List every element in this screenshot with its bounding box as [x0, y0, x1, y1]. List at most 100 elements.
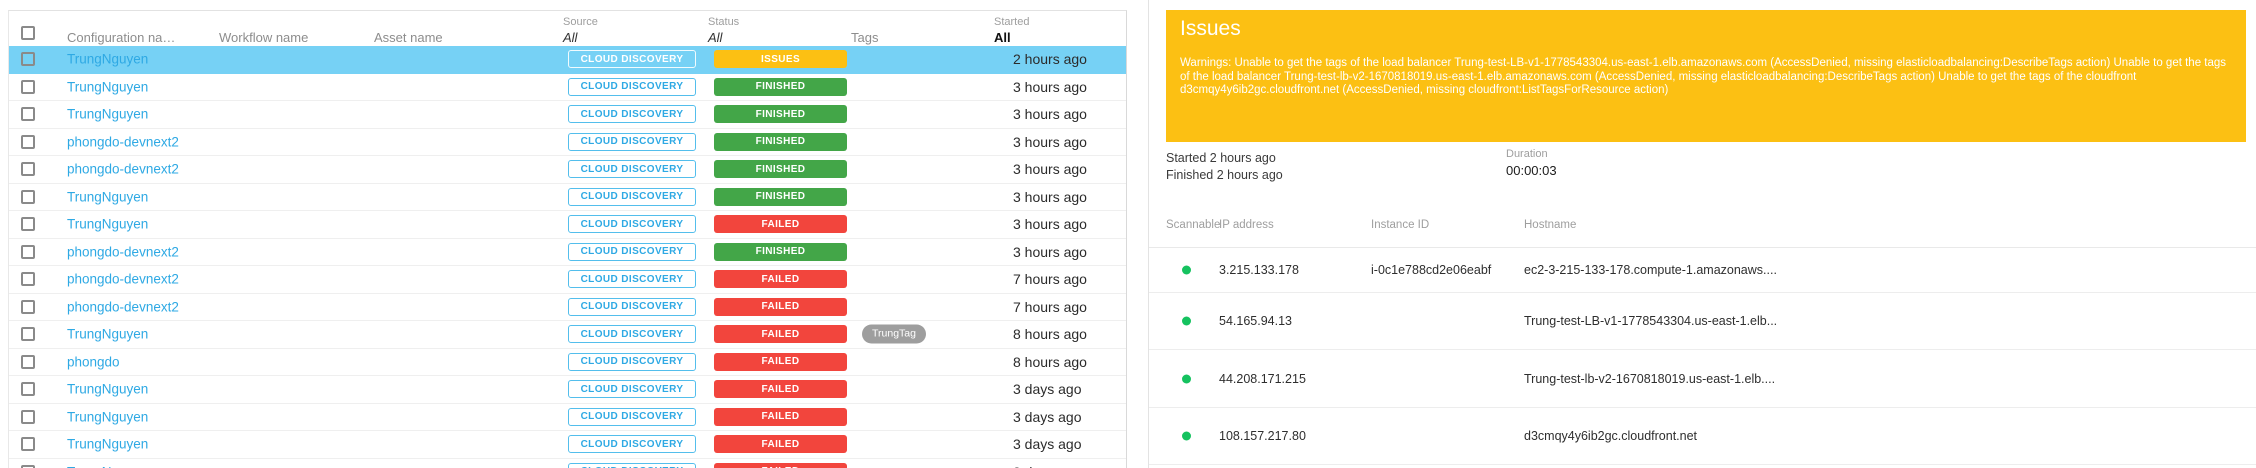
- started-cell: 3 days ago: [1013, 381, 1091, 397]
- source-badge: CLOUD DISCOVERY: [568, 298, 696, 316]
- row-checkbox[interactable]: [21, 355, 35, 369]
- source-badge: CLOUD DISCOVERY: [568, 270, 696, 288]
- started-cell: 3 hours ago: [1013, 106, 1091, 122]
- column-hostname: Hostname: [1524, 219, 1576, 231]
- status-badge: FAILED: [714, 325, 847, 343]
- host-row: 44.208.171.215Trung-test-lb-v2-167081801…: [1149, 350, 2256, 408]
- ip-address-cell: 3.215.133.178: [1219, 263, 1299, 277]
- source-badge: CLOUD DISCOVERY: [568, 105, 696, 123]
- source-badge: CLOUD DISCOVERY: [568, 215, 696, 233]
- run-times: Started 2 hours ago Finished 2 hours ago: [1166, 150, 1283, 184]
- configuration-row[interactable]: TrungNguyenCLOUD DISCOVERYFAILED3 days a…: [9, 404, 1126, 432]
- configuration-name-link[interactable]: phongdo-devnext2: [67, 162, 179, 177]
- source-badge: CLOUD DISCOVERY: [568, 463, 696, 468]
- configuration-row[interactable]: phongdo-devnext2CLOUD DISCOVERYFINISHED3…: [9, 239, 1126, 267]
- configuration-name-link[interactable]: TrungNguyen: [67, 437, 148, 452]
- status-badge: FAILED: [714, 215, 847, 233]
- duration-value: 00:00:03: [1506, 163, 1557, 178]
- row-checkbox[interactable]: [21, 327, 35, 341]
- started-cell: 3 hours ago: [1013, 161, 1091, 177]
- ip-address-cell: 108.157.217.80: [1219, 429, 1306, 443]
- source-filter-dropdown[interactable]: All: [563, 30, 577, 45]
- status-badge: FINISHED: [714, 243, 847, 261]
- started-cell: 2 hours ago: [1013, 51, 1091, 67]
- hostname-cell: Trung-test-LB-v1-1778543304.us-east-1.el…: [1524, 314, 1777, 328]
- row-checkbox[interactable]: [21, 80, 35, 94]
- configuration-name-link[interactable]: phongdo-devnext2: [67, 244, 179, 259]
- configuration-row[interactable]: phongdo-devnext2CLOUD DISCOVERYFAILED7 h…: [9, 266, 1126, 294]
- configuration-name-link[interactable]: TrungNguyen: [67, 217, 148, 232]
- configuration-row[interactable]: TrungNguyen CLOUD DISCOVERY FINISHED 3 hour…: [9, 101, 1126, 129]
- column-asset-name: Asset name: [374, 30, 443, 45]
- started-cell: 7 hours ago: [1013, 271, 1091, 287]
- row-checkbox[interactable]: [21, 217, 35, 231]
- row-checkbox[interactable]: [21, 272, 35, 286]
- row-checkbox[interactable]: [21, 135, 35, 149]
- configuration-name-link[interactable]: TrungNguyen: [67, 79, 148, 94]
- configuration-row[interactable]: TrungNguyenCLOUD DISCOVERYFAILED3 days a…: [9, 431, 1126, 459]
- configuration-name-link[interactable]: phongdo-devnext2: [67, 134, 179, 149]
- started-cell: 8 hours ago: [1013, 354, 1091, 370]
- configuration-name-link[interactable]: TrungNguyen: [67, 189, 148, 204]
- configuration-row[interactable]: phongdoCLOUD DISCOVERYFAILED8 hours ago: [9, 349, 1126, 377]
- row-checkbox[interactable]: [21, 107, 35, 121]
- configuration-row[interactable]: TrungNguyenCLOUD DISCOVERYISSUES2 hours …: [9, 46, 1126, 74]
- configuration-name-link[interactable]: TrungNguyen: [67, 409, 148, 424]
- status-filter-dropdown[interactable]: All: [708, 30, 722, 45]
- configuration-name-link[interactable]: TrungNguyen: [67, 107, 148, 122]
- configuration-row[interactable]: TrungNguyenCLOUD DISCOVERYFAILED3 hours …: [9, 211, 1126, 239]
- ip-address-cell: 54.165.94.13: [1219, 314, 1292, 328]
- select-all-checkbox[interactable]: [21, 26, 35, 40]
- host-row: 3.215.133.178i-0c1e788cd2e06eabfec2-3-21…: [1149, 248, 2256, 293]
- configuration-row[interactable]: TrungNguyenCLOUD DISCOVERYFINISHED3 hour…: [9, 74, 1126, 102]
- configuration-name-link[interactable]: TrungNguyen: [67, 382, 148, 397]
- scannable-indicator: [1182, 266, 1191, 275]
- row-checkbox[interactable]: [21, 437, 35, 451]
- row-checkbox[interactable]: [21, 162, 35, 176]
- row-checkbox[interactable]: [21, 245, 35, 259]
- row-checkbox[interactable]: [21, 382, 35, 396]
- instance-id-cell: i-0c1e788cd2e06eabf: [1371, 263, 1491, 277]
- started-cell: 3 days ago: [1013, 464, 1091, 468]
- scannable-indicator: [1182, 317, 1191, 326]
- configuration-name-link[interactable]: TrungNguyen: [67, 52, 148, 67]
- configuration-row[interactable]: TrungNguyenCLOUD DISCOVERYFINISHED3 hour…: [9, 184, 1126, 212]
- started-cell: 3 hours ago: [1013, 244, 1091, 260]
- configuration-name-link[interactable]: TrungNguyen: [67, 464, 148, 468]
- ip-address-cell: 44.208.171.215: [1219, 372, 1306, 386]
- configuration-name-link[interactable]: phongdo: [67, 354, 120, 369]
- scannable-indicator: [1182, 374, 1191, 383]
- row-checkbox[interactable]: [21, 410, 35, 424]
- source-badge: CLOUD DISCOVERY: [568, 408, 696, 426]
- started-filter-dropdown[interactable]: All: [994, 30, 1011, 45]
- status-badge: FINISHED: [714, 105, 847, 123]
- status-badge: FAILED: [714, 408, 847, 426]
- duration-label: Duration: [1506, 148, 1548, 160]
- configuration-row[interactable]: phongdo-devnext2CLOUD DISCOVERYFINISHED3…: [9, 129, 1126, 157]
- status-badge: FINISHED: [714, 188, 847, 206]
- issues-warning-text: Warnings: Unable to get the tags of the …: [1180, 57, 2230, 98]
- row-checkbox[interactable]: [21, 190, 35, 204]
- column-started-label: Started: [994, 16, 1029, 28]
- configuration-row[interactable]: phongdo-devnext2CLOUD DISCOVERYFINISHED3…: [9, 156, 1126, 184]
- configuration-row[interactable]: TrungNguyenCLOUD DISCOVERYFAILEDTrungTag…: [9, 321, 1126, 349]
- status-badge: ISSUES: [714, 50, 847, 68]
- configuration-row[interactable]: TrungNguyenCLOUD DISCOVERYFAILED3 days a…: [9, 376, 1126, 404]
- issue-details-pane: Issues Warnings: Unable to get the tags …: [1148, 0, 2256, 468]
- row-checkbox[interactable]: [21, 52, 35, 66]
- configuration-name-link[interactable]: TrungNguyen: [67, 327, 148, 342]
- column-tags: Tags: [851, 30, 878, 45]
- status-badge: FAILED: [714, 353, 847, 371]
- configuration-name-link[interactable]: phongdo-devnext2: [67, 299, 179, 314]
- configuration-name-link[interactable]: phongdo-devnext2: [67, 272, 179, 287]
- started-cell: 3 hours ago: [1013, 79, 1091, 95]
- column-workflow-name: Workflow name: [219, 30, 308, 45]
- configuration-row[interactable]: TrungNguyenCLOUD DISCOVERYFAILED3 days a…: [9, 459, 1126, 468]
- row-checkbox[interactable]: [21, 465, 35, 468]
- source-badge: CLOUD DISCOVERY: [568, 435, 696, 453]
- hosts-table-header: Scannable IP address Instance ID Hostnam…: [1149, 219, 2256, 248]
- configuration-row[interactable]: phongdo-devnext2CLOUD DISCOVERYFAILED7 h…: [9, 294, 1126, 322]
- row-checkbox[interactable]: [21, 300, 35, 314]
- finished-text: Finished 2 hours ago: [1166, 167, 1283, 184]
- source-badge: CLOUD DISCOVERY: [568, 133, 696, 151]
